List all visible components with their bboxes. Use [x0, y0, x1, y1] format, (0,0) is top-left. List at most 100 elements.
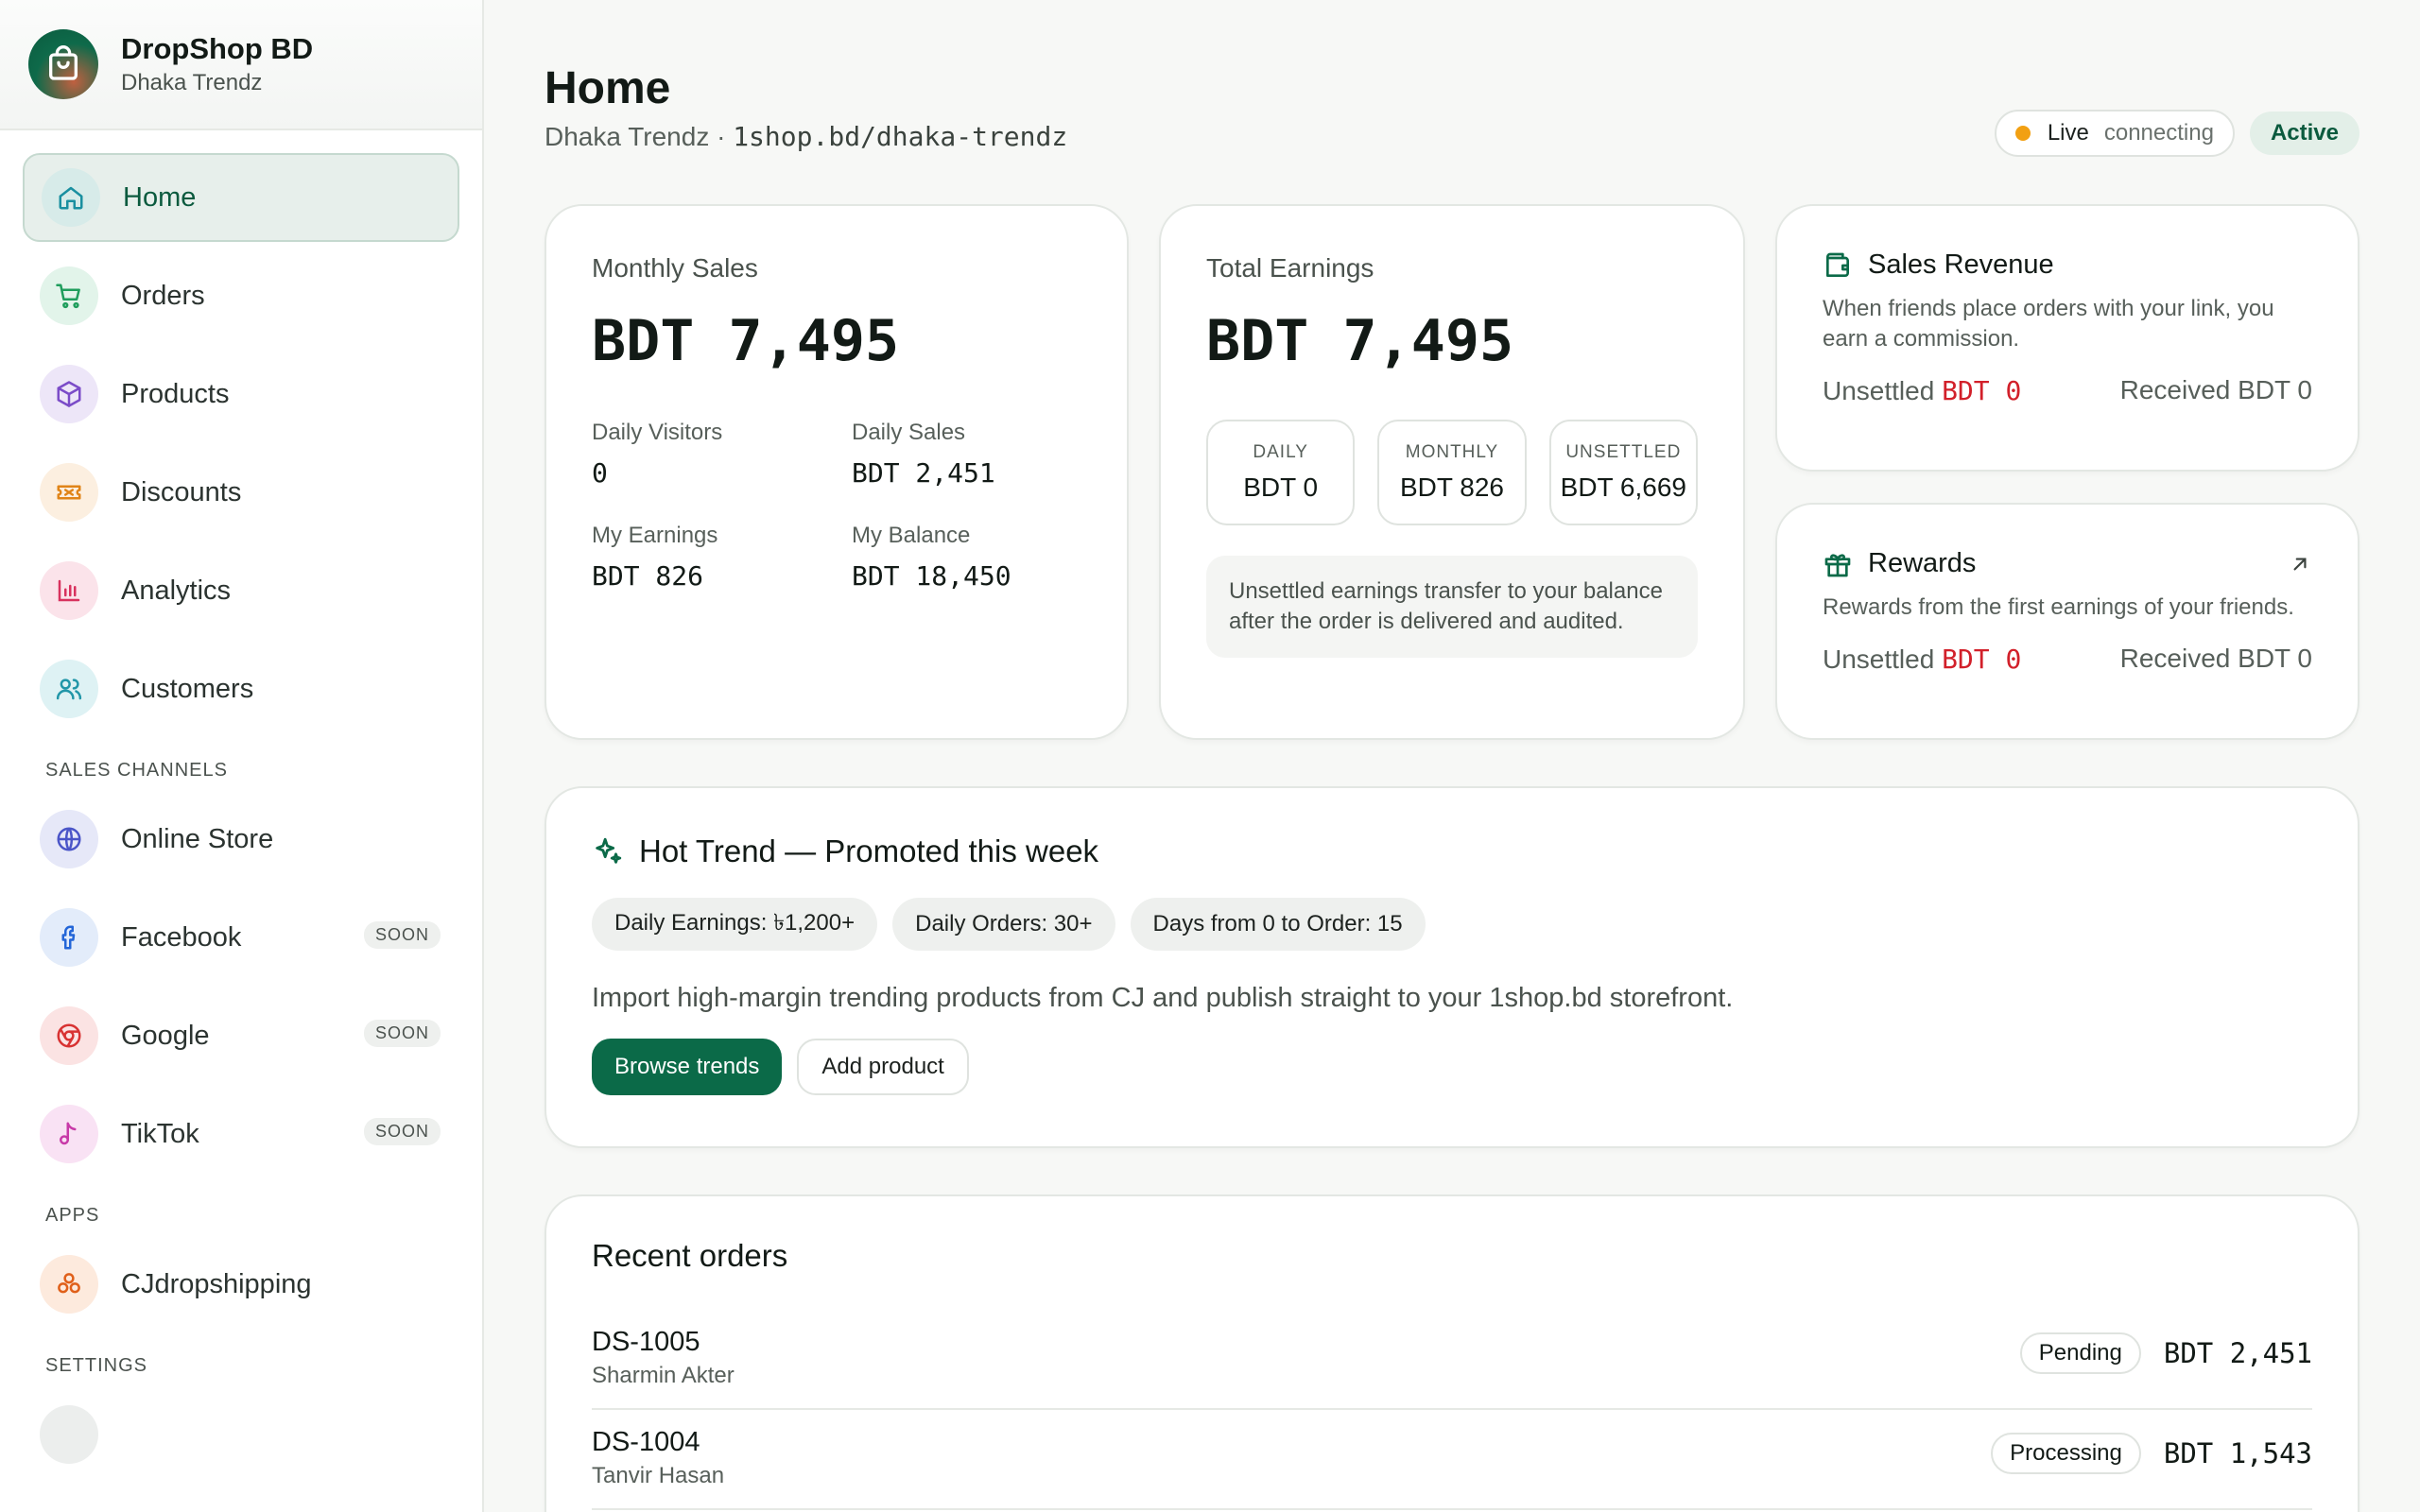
box-icon: [40, 365, 98, 423]
received-amount: Received BDT 0: [2119, 375, 2312, 404]
shopping-bag-logo-icon: [28, 29, 98, 99]
order-amount: BDT 1,543: [2163, 1437, 2312, 1469]
users-icon: [40, 660, 98, 718]
sidebar: DropShop BD Dhaka Trendz Home Orders Pro…: [0, 0, 484, 1512]
nav-label: TikTok: [121, 1118, 199, 1149]
received-amount: Received BDT 0: [2119, 644, 2312, 673]
status-badge: Pending: [2019, 1332, 2141, 1374]
rewards-card: Rewards Rewards from the first earnings …: [1775, 503, 2360, 740]
sales-revenue-title: Sales Revenue: [1868, 249, 2054, 280]
nav-item-home[interactable]: Home: [23, 153, 459, 242]
nav-item-settings[interactable]: [23, 1390, 459, 1479]
recent-orders-title: Recent orders: [592, 1238, 788, 1273]
rewards-footer: Unsettled BDT 0 Received BDT 0: [1823, 644, 2312, 675]
monthly-sales-card: Monthly Sales BDT 7,495 Daily Visitors 0…: [544, 204, 1129, 740]
cart-icon: [40, 266, 98, 325]
unsettled-note: Unsettled earnings transfer to your bala…: [1206, 556, 1698, 658]
store-url-link[interactable]: 1shop.bd/dhaka-trendz: [733, 121, 1067, 152]
hot-trend-desc: Import high-margin trending products fro…: [592, 983, 1734, 1013]
mini-label: DAILY: [1253, 442, 1308, 462]
nav-item-orders[interactable]: Orders: [23, 251, 459, 340]
page-subtitle: Dhaka Trendz · 1shop.bd/dhaka-trendz: [544, 121, 1067, 152]
rewards-desc: Rewards from the first earnings of your …: [1823, 594, 2294, 620]
stat-label: My Balance: [852, 523, 971, 548]
active-status-badge: Active: [2249, 112, 2360, 155]
status-dot-icon: [2014, 126, 2031, 141]
unsettled-value: BDT 0: [1942, 644, 2022, 675]
total-earnings-card: Total Earnings BDT 7,495 DAILY BDT 0 MON…: [1159, 204, 1745, 740]
hot-trend-actions: Browse trends Add product: [592, 1039, 2312, 1095]
nav-item-google[interactable]: Google SOON: [23, 991, 459, 1080]
nav-item-customers[interactable]: Customers: [23, 644, 459, 733]
nav-item-facebook[interactable]: Facebook SOON: [23, 893, 459, 982]
stat-daily-sales: Daily Sales BDT 2,451: [852, 420, 1112, 489]
earnings-breakdown: DAILY BDT 0 MONTHLY BDT 826 UNSETTLED BD…: [1206, 420, 1698, 525]
globe-icon: [40, 810, 98, 868]
total-earnings-amount: BDT 7,495: [1206, 308, 1514, 374]
order-id: DS-1005: [592, 1327, 700, 1357]
soon-badge: SOON: [363, 1020, 441, 1047]
nav-item-products[interactable]: Products: [23, 350, 459, 438]
sparkles-icon: [596, 837, 622, 864]
nav-label: Products: [121, 378, 230, 409]
order-meta: Pending BDT 2,451: [2019, 1332, 2312, 1374]
stat-value: 0: [592, 457, 608, 489]
store-name-label: Dhaka Trendz ·: [544, 122, 726, 151]
nav-label: Online Store: [121, 823, 274, 854]
trend-chips: Daily Earnings: ৳1,200+ Daily Orders: 30…: [592, 898, 2312, 951]
unsettled-value: BDT 0: [1942, 375, 2022, 406]
sales-revenue-desc: When friends place orders with your link…: [1823, 296, 2274, 352]
cj-icon: [40, 1255, 98, 1314]
mini-label: UNSETTLED: [1565, 442, 1682, 462]
sales-revenue-card: Sales Revenue When friends place orders …: [1775, 204, 2360, 472]
live-label: Live: [2047, 120, 2089, 146]
tiktok-icon: [40, 1105, 98, 1163]
nav-label: Facebook: [121, 921, 242, 953]
section-title-settings: SETTINGS: [45, 1355, 148, 1376]
settings-icon: [40, 1405, 98, 1464]
unsettled-amount: Unsettled BDT 0: [1823, 375, 2021, 406]
stat-my-balance: My Balance BDT 18,450: [852, 523, 1112, 592]
live-status-pill[interactable]: Live connecting: [1994, 110, 2235, 157]
chip-days-to-order: Days from 0 to Order: 15: [1130, 898, 1426, 951]
order-id: DS-1004: [592, 1427, 700, 1457]
nav-label: Orders: [121, 280, 205, 311]
unsettled-earnings-box: UNSETTLED BDT 6,669: [1548, 420, 1698, 525]
status-badge: Processing: [1991, 1433, 2141, 1474]
soon-badge: SOON: [363, 921, 441, 949]
nav-item-discounts[interactable]: Discounts: [23, 448, 459, 537]
mini-value: BDT 826: [1399, 472, 1504, 502]
hot-trend-card: Hot Trend — Promoted this week Daily Ear…: [544, 786, 2360, 1148]
stat-value: BDT 18,450: [852, 560, 1011, 592]
order-customer: Sharmin Akter: [592, 1363, 735, 1388]
daily-earnings-box: DAILY BDT 0: [1206, 420, 1356, 525]
order-customer: Tanvir Hasan: [592, 1463, 725, 1488]
order-meta: Processing BDT 1,543: [1991, 1433, 2312, 1474]
mini-value: BDT 0: [1243, 472, 1319, 502]
nav-label: CJdropshipping: [121, 1268, 312, 1299]
add-product-button[interactable]: Add product: [797, 1039, 969, 1095]
monthly-sales-amount: BDT 7,495: [592, 308, 900, 374]
stat-daily-visitors: Daily Visitors 0: [592, 420, 852, 489]
brand-header[interactable]: DropShop BD Dhaka Trendz: [0, 0, 482, 130]
unsettled-amount: Unsettled BDT 0: [1823, 644, 2021, 675]
order-row[interactable]: DS-1005 Sharmin Akter Pending BDT 2,451: [592, 1310, 2312, 1410]
unsettled-label: Unsettled: [1823, 644, 1935, 674]
chip-daily-orders: Daily Orders: 30+: [892, 898, 1115, 951]
nav-item-tiktok[interactable]: TikTok SOON: [23, 1090, 459, 1178]
browse-trends-button[interactable]: Browse trends: [592, 1039, 783, 1095]
nav-item-online-store[interactable]: Online Store: [23, 795, 459, 884]
nav-label: Analytics: [121, 575, 232, 606]
stat-my-earnings: My Earnings BDT 826: [592, 523, 852, 592]
stat-label: Daily Sales: [852, 420, 966, 445]
hot-trend-title: Hot Trend — Promoted this week: [639, 833, 1099, 868]
google-icon: [40, 1006, 98, 1065]
chip-daily-earnings: Daily Earnings: ৳1,200+: [592, 898, 878, 951]
card-title: Sales Revenue: [1823, 249, 2312, 281]
monthly-earnings-box: MONTHLY BDT 826: [1377, 420, 1527, 525]
nav-item-cjdropshipping[interactable]: CJdropshipping: [23, 1240, 459, 1329]
arrow-up-right-icon[interactable]: [2288, 552, 2312, 576]
order-row[interactable]: DS-1004 Tanvir Hasan Processing BDT 1,54…: [592, 1410, 2312, 1510]
nav-item-analytics[interactable]: Analytics: [23, 546, 459, 635]
stat-label: Daily Visitors: [592, 420, 723, 445]
